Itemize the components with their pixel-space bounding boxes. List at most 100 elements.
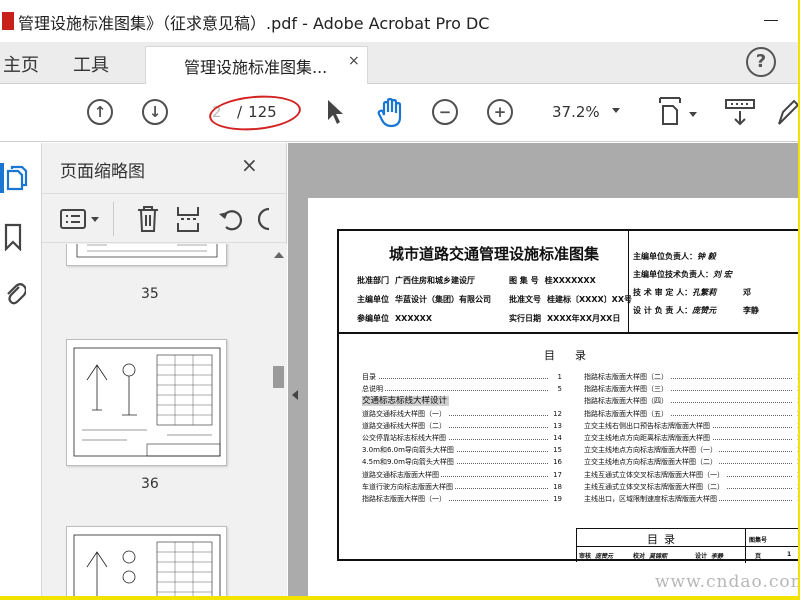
thumbnail-page-number: 36 — [141, 476, 159, 492]
toc-entry[interactable]: 公交停靠站标志标线大样图 14 — [362, 431, 562, 444]
toc-entry-title: 道路交通标志版面大样图 — [362, 470, 441, 479]
toc-entry-title: 总说明 — [362, 385, 385, 394]
pdf-page: 城市道路交通管理设施标准图集 批准部门 广西住房和城乡建设厅 主编单位 华蓝设计（集… — [308, 198, 798, 596]
toc-entry-title: 指路标志版面大样图（一） — [362, 494, 448, 503]
toc-entry-page: 27 — [795, 456, 798, 469]
field-label: 批准文号 — [509, 295, 541, 304]
fit-page-icon[interactable] — [656, 96, 698, 130]
toc-entry[interactable]: 立交主线地点方向标志牌版面大样图（一） 26 — [584, 444, 798, 457]
thumbnail-options-icon[interactable] — [60, 208, 102, 230]
panel-close-icon[interactable]: × — [241, 153, 258, 177]
thumbnail-scrollbar[interactable] — [270, 244, 287, 596]
toc-entry-title: 指路标志版面大样图（二） — [584, 373, 670, 381]
highlight-border — [0, 596, 800, 600]
toc-entry-title: 指路标志版面大样图（五） — [584, 409, 670, 418]
toc-entry[interactable]: 车道行驶方向标志版面大样图 18 — [362, 480, 562, 493]
toc-entry[interactable]: 目录 1 — [362, 371, 562, 383]
atlas-label: 图集号 — [749, 537, 768, 544]
chief-unit-field: 主编单位 华蓝设计（集团）有限公司 — [357, 294, 491, 305]
thumbnail-image — [76, 244, 218, 258]
design-label: 设计 — [695, 553, 708, 560]
zoom-in-icon[interactable]: + — [487, 99, 513, 125]
help-button[interactable]: ? — [746, 47, 776, 77]
prev-page-icon[interactable]: ↑ — [87, 99, 113, 125]
toc-entry-page: 19 — [551, 492, 562, 505]
delete-page-icon[interactable] — [136, 205, 160, 233]
page-thumbnails-panel: 页面缩略图 × 35 36 — [42, 143, 287, 596]
thumbnail-list: 35 36 — [42, 244, 270, 596]
toc-entry-title: 指路标志版面大样图（四） — [584, 397, 670, 406]
tab-home[interactable]: 主页 — [3, 51, 39, 77]
extract-page-icon[interactable] — [176, 205, 200, 233]
field-value: XXXXXX — [395, 314, 433, 323]
tab-tools[interactable]: 工具 — [73, 51, 109, 77]
toc-entry[interactable]: 立交主线右侧出口预告标志牌版面大样图 24 — [584, 419, 798, 432]
toc-entry[interactable]: 主线互通式立体交叉标志牌版面大样图（二） 29 — [584, 480, 798, 493]
tech-person-field: 主编单位技术负责人：刘 宏 — [633, 269, 732, 280]
toc-entry[interactable]: 总说明 5 — [362, 383, 562, 396]
toc-entry-page: 21 — [795, 383, 798, 396]
check-label: 校对 — [633, 553, 646, 560]
next-page-icon[interactable]: ↓ — [142, 99, 168, 125]
toc-entry[interactable]: 指路标志版面大样图（二） 20 — [584, 371, 798, 383]
toc-entry-title: 立交主线右侧出口预告标志牌版面大样图 — [584, 421, 712, 430]
toc-entry-title: 道路交通标线大样图（一） — [362, 409, 448, 418]
field-label: 实行日期 — [509, 314, 541, 323]
minimize-icon[interactable] — [764, 20, 778, 21]
toc-entry-page: 1 — [555, 371, 562, 383]
toc-entry[interactable]: 主线出口，区域限制速度标志牌版面大样图 30 — [584, 492, 798, 505]
toc-section-heading[interactable]: 交通标志标线大样设计 — [362, 395, 562, 407]
toc-entry[interactable]: 4.5m和9.0m导向箭头大样图 16 — [362, 456, 562, 469]
scroll-mode-icon[interactable] — [724, 98, 756, 128]
toc-entry[interactable]: 指路标志版面大样图（五） 23 — [584, 407, 798, 420]
rotate-clockwise-icon[interactable] — [258, 206, 270, 232]
toc-entry[interactable]: 指路标志版面大样图（三） 21 — [584, 383, 798, 396]
toc-entry-page: 20 — [795, 371, 798, 383]
toc-entry[interactable]: 3.0m和6.0m导向箭头大样图 15 — [362, 444, 562, 457]
toc-entry-page: 23 — [795, 407, 798, 420]
scroll-up-icon[interactable] — [274, 252, 284, 258]
attachment-icon[interactable] — [4, 279, 26, 309]
thumbnail-page-36[interactable] — [66, 339, 227, 466]
sign-icon[interactable] — [776, 98, 798, 128]
hand-tool-icon[interactable] — [376, 97, 406, 129]
toc-entry-title: 主线互通式立体交叉标志牌版面大样图（二） — [584, 482, 726, 491]
toc-entry-title: 立交主线地点方向距离标志牌版面大样图 — [584, 433, 712, 442]
toc-entry[interactable]: 道路交通标线大样图（一） 12 — [362, 407, 562, 420]
reviewer-field: 技 术 审 定 人：孔繁莉 邓 — [633, 287, 751, 298]
field-value: 刘 宏 — [713, 269, 732, 279]
page-thumbnails-icon[interactable] — [6, 165, 28, 191]
toc-entry[interactable]: 道路交通标志版面大样图 17 — [362, 468, 562, 481]
scrollbar-thumb[interactable] — [273, 366, 284, 388]
toc-entry-title: 立交主线地点方向标志牌版面大样图（一） — [584, 446, 719, 455]
tab-document[interactable]: 管理设施标准图集... × — [145, 46, 368, 84]
toc-entry[interactable]: 立交主线地点方向标志牌版面大样图（二） 27 — [584, 456, 798, 469]
toc-entry-page: 30 — [795, 492, 798, 505]
toc-entry-title: 主线出口，区域限制速度标志牌版面大样图 — [584, 494, 719, 503]
thumbnail-image — [73, 347, 221, 457]
select-cursor-icon[interactable] — [326, 99, 344, 125]
toc-entry[interactable]: 主线互通式立体交叉标志牌版面大样图（一） 28 — [584, 468, 798, 481]
toc-leader — [362, 378, 548, 379]
bottom-block-rule — [745, 529, 746, 563]
document-title: 城市道路交通管理设施标准图集 — [389, 245, 600, 263]
toc-entry[interactable]: 指路标志版面大样图（四） 22 — [584, 395, 798, 408]
bottom-block-rule — [577, 546, 798, 547]
toc-entry-title: 指路标志版面大样图（三） — [584, 385, 670, 394]
toc-entry-page: 12 — [551, 407, 562, 420]
toc-entry[interactable]: 指路标志版面大样图（一） 19 — [362, 492, 562, 505]
bookmark-icon[interactable] — [4, 223, 22, 251]
thumbnail-page-37[interactable] — [66, 526, 227, 596]
effective-date-field: 实行日期 XXXX年XX月XX日 — [509, 313, 620, 324]
toc-entry[interactable]: 道路交通标线大样图（二） 13 — [362, 419, 562, 432]
zoom-out-icon[interactable]: − — [432, 99, 458, 125]
zoom-level[interactable]: 37.2% — [552, 103, 600, 121]
toc-entry[interactable]: 立交主线地点方向距离标志牌版面大样图 25 — [584, 431, 798, 444]
zoom-dropdown-icon[interactable] — [612, 108, 620, 113]
drawing-bottom-block: 目录 图集号 审核 庞赞元 校对 莫锦熙 设计 李静 页 1 — [576, 528, 798, 563]
toc-entry-title: 主线互通式立体交叉标志牌版面大样图（一） — [584, 470, 726, 479]
collapse-panel-icon[interactable] — [292, 390, 298, 400]
rotate-page-icon[interactable] — [218, 206, 244, 232]
tab-close-icon[interactable]: × — [348, 53, 360, 69]
thumbnail-page-35[interactable] — [66, 244, 227, 266]
